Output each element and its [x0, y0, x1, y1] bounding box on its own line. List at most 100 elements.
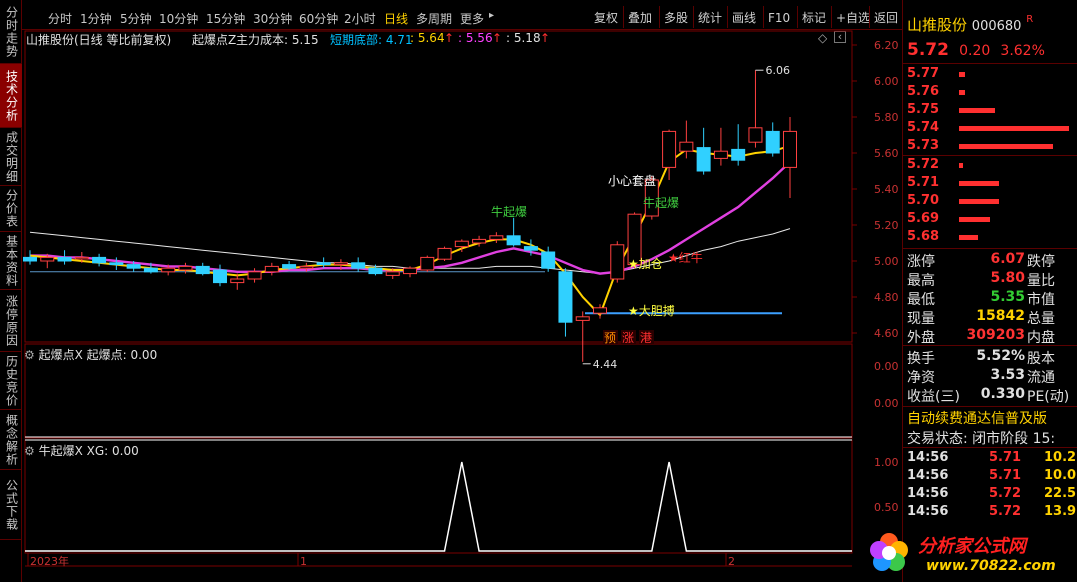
promo-link[interactable]: 自动续费通达信普及版 — [907, 408, 1075, 427]
left-tab[interactable]: 公式下载 — [0, 470, 22, 540]
more-arrow-icon[interactable]: ▸ — [489, 10, 494, 21]
stat-value: 309203 — [966, 327, 1025, 343]
period-tab[interactable]: 30分钟 — [253, 10, 292, 27]
period-tab[interactable]: 日线 — [384, 10, 408, 27]
left-tab[interactable]: 技术分析 — [0, 64, 22, 128]
y-tick-label: 6.20 — [874, 39, 899, 52]
left-tab[interactable]: 分价表 — [0, 186, 22, 232]
candle-body — [541, 251, 556, 269]
period-tab[interactable]: 1分钟 — [80, 10, 112, 27]
y-tick-label: 6.00 — [874, 75, 899, 88]
volume-bar — [959, 217, 990, 222]
toolbar-button[interactable]: F10 — [766, 8, 792, 28]
volume-bar — [959, 108, 996, 113]
candle-body — [420, 256, 435, 271]
tick-volume: 10.2 — [1044, 450, 1077, 465]
sub1-gear-icon[interactable]: ⚙ — [24, 348, 35, 362]
collapse-icon[interactable]: ‹ — [834, 31, 846, 43]
stat-label-right: 流通 — [1027, 370, 1055, 386]
toolbar-separator — [869, 6, 870, 28]
left-tab[interactable]: 概念解析 — [0, 410, 22, 470]
period-tab[interactable]: 5分钟 — [120, 10, 152, 27]
period-tab[interactable]: 15分钟 — [206, 10, 245, 27]
order-book-row[interactable]: 5.75 — [907, 102, 1075, 120]
stat-row: 最低 5.35 市值 — [907, 289, 1075, 308]
indicator-name[interactable]: 起爆点Z — [192, 31, 236, 48]
toolbar-button[interactable]: 复权 — [592, 8, 620, 28]
toolbar-separator — [797, 6, 798, 28]
period-tab[interactable]: 60分钟 — [299, 10, 338, 27]
period-tab[interactable]: 分时 — [48, 10, 72, 27]
order-book-row[interactable]: 5.77 — [907, 66, 1075, 84]
bold-bet-annotation: ★大胆搏 — [628, 304, 675, 318]
stat-label-right: 股本 — [1027, 351, 1055, 367]
sub2-y-tick-label: 1.00 — [874, 456, 899, 469]
candle-body — [92, 256, 107, 264]
candle-body — [765, 130, 780, 154]
order-book-row[interactable]: 5.76 — [907, 84, 1075, 102]
tick-row[interactable]: 14:56 5.72 22.5 — [907, 486, 1076, 504]
toolbar-button[interactable]: 叠加 — [626, 8, 654, 28]
divider — [903, 345, 1077, 346]
candle-body — [731, 148, 746, 161]
candle-body — [143, 267, 158, 273]
toolbar-button[interactable]: 画线 — [730, 8, 758, 28]
toolbar-separator — [659, 6, 660, 28]
left-tab[interactable]: 历史竞价 — [0, 352, 22, 410]
candle-body — [40, 256, 55, 262]
left-tab[interactable]: 基本资料 — [0, 232, 22, 290]
left-tab[interactable]: 分时走势 — [0, 0, 22, 64]
order-book-row[interactable]: 5.72 — [907, 157, 1075, 175]
left-tab[interactable]: 成交明细 — [0, 128, 22, 186]
period-tab[interactable]: 2小时 — [344, 10, 376, 27]
period-tab[interactable]: 多周期 — [416, 10, 452, 27]
cost-line — [30, 161, 791, 275]
stat-row: 净资 3.53 流通 — [907, 367, 1075, 386]
high-label: 6.06 — [765, 64, 790, 77]
tick-price: 5.72 — [989, 504, 1022, 519]
period-tab[interactable]: 10分钟 — [159, 10, 198, 27]
price-row: 5.72 0.20 3.62% — [907, 40, 1075, 60]
candle-body — [74, 256, 89, 260]
badge-label: 预 — [604, 331, 616, 345]
order-book-row[interactable]: 5.74 — [907, 120, 1075, 138]
order-book-row[interactable]: 5.73 — [907, 138, 1075, 156]
candle-body — [57, 256, 72, 262]
order-book-row[interactable]: 5.68 — [907, 229, 1075, 247]
left-tab[interactable]: 涨停原因 — [0, 290, 22, 352]
tick-row[interactable]: 14:56 5.72 13.9 — [907, 504, 1076, 522]
order-price: 5.74 — [907, 120, 940, 135]
toolbar-button[interactable]: 返回 — [872, 8, 900, 28]
order-price: 5.71 — [907, 175, 940, 190]
diamond-icon[interactable]: ◇ — [818, 31, 827, 45]
candle-body — [195, 265, 210, 275]
sub1-header-text: 起爆点X 起爆点: 0.00 — [38, 348, 158, 362]
candle-body — [593, 307, 607, 314]
sub2-y-tick-label: 0.50 — [874, 501, 899, 514]
tick-price: 5.71 — [989, 450, 1022, 465]
tick-row[interactable]: 14:56 5.71 10.2 — [907, 450, 1077, 468]
xg-signal-line — [25, 461, 852, 552]
stock-code: 000680 — [971, 19, 1022, 34]
toolbar-button[interactable]: 标记 — [800, 8, 828, 28]
divider — [903, 155, 1077, 156]
watermark: 分析家公式网 www.70822.com — [866, 528, 1072, 578]
quote-panel: 山推股份 000680 R 5.72 0.20 3.62% 5.77 5.76 5.… — [902, 0, 1077, 582]
volume-bar — [959, 72, 965, 77]
stat-label: 外盘 — [907, 330, 935, 346]
toolbar-button[interactable]: 多股 — [662, 8, 690, 28]
period-tab[interactable]: 更多 — [460, 10, 484, 27]
candle-body — [472, 238, 487, 244]
sub2-gear-icon[interactable]: ⚙ — [24, 444, 35, 458]
order-book-row[interactable]: 5.71 — [907, 175, 1075, 193]
toolbar-button[interactable]: +自选 — [834, 8, 872, 28]
candle-body — [109, 262, 124, 266]
flower-logo-icon — [870, 533, 908, 571]
sub2-header-text: 牛起爆X XG: 0.00 — [38, 444, 139, 458]
tick-row[interactable]: 14:56 5.71 10.0 — [907, 468, 1076, 486]
toolbar-button[interactable]: 统计 — [696, 8, 724, 28]
watermark-text: 分析家公式网 — [918, 536, 1026, 557]
order-book-row[interactable]: 5.70 — [907, 193, 1075, 211]
trade-status: 交易状态: 闭市阶段 15: — [907, 431, 1056, 447]
order-book-row[interactable]: 5.69 — [907, 211, 1075, 229]
